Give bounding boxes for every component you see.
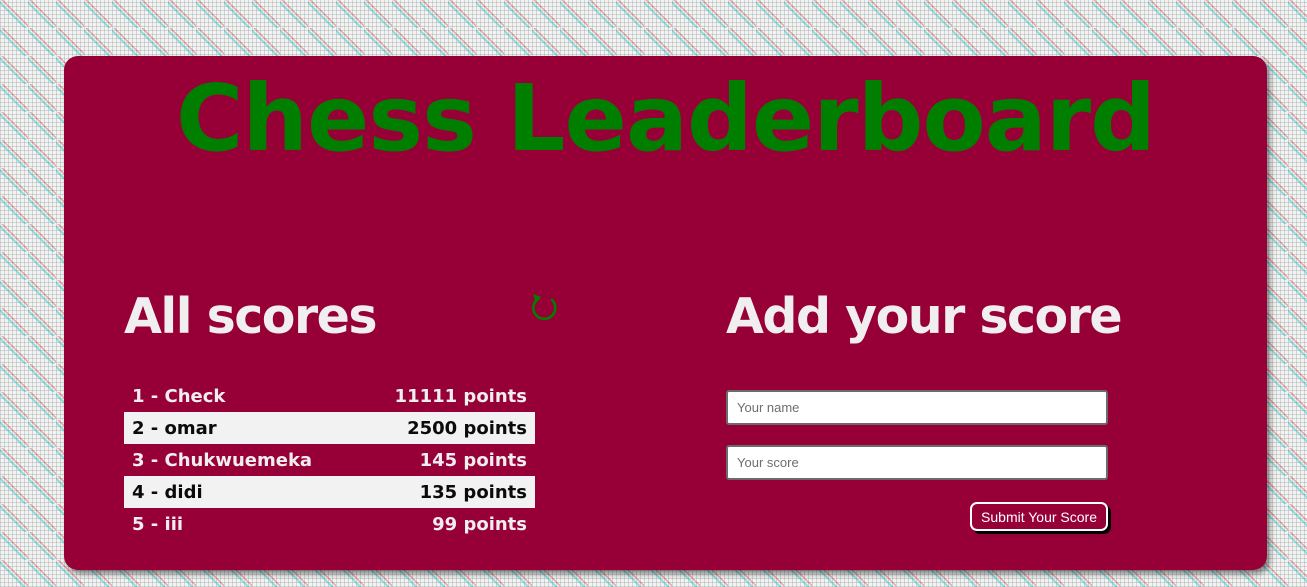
score-points: 145 points: [419, 449, 527, 471]
score-points: 99 points: [432, 513, 527, 535]
name-input[interactable]: [726, 390, 1108, 425]
submit-score-button[interactable]: Submit Your Score: [970, 502, 1108, 531]
score-row: 1 - Check 11111 points: [124, 380, 535, 412]
score-player: 1 - Check: [132, 385, 226, 407]
score-player: 2 - omar: [132, 417, 217, 439]
score-player: 3 - Chukwuemeka: [132, 449, 313, 471]
score-points: 11111 points: [394, 385, 527, 407]
score-player: 4 - didi: [132, 481, 203, 503]
add-score-form: Submit Your Score: [726, 390, 1108, 531]
page-title: Chess Leaderboard: [175, 65, 1156, 172]
scores-list: 1 - Check 11111 points 2 - omar 2500 poi…: [124, 380, 535, 540]
score-player: 5 - iii: [132, 513, 184, 535]
add-score-heading: Add your score: [726, 288, 1123, 345]
score-points: 2500 points: [407, 417, 527, 439]
refresh-icon: [522, 294, 566, 333]
score-row: 4 - didi 135 points: [124, 476, 535, 508]
score-points: 135 points: [419, 481, 527, 503]
score-row: 3 - Chukwuemeka 145 points: [124, 444, 535, 476]
score-row: 5 - iii 99 points: [124, 508, 535, 540]
leaderboard-card: Chess Leaderboard All scores 1 - Check 1…: [64, 56, 1267, 570]
refresh-button[interactable]: [522, 286, 566, 330]
all-scores-heading: All scores: [124, 288, 378, 345]
score-row: 2 - omar 2500 points: [124, 412, 535, 444]
score-input[interactable]: [726, 445, 1108, 480]
